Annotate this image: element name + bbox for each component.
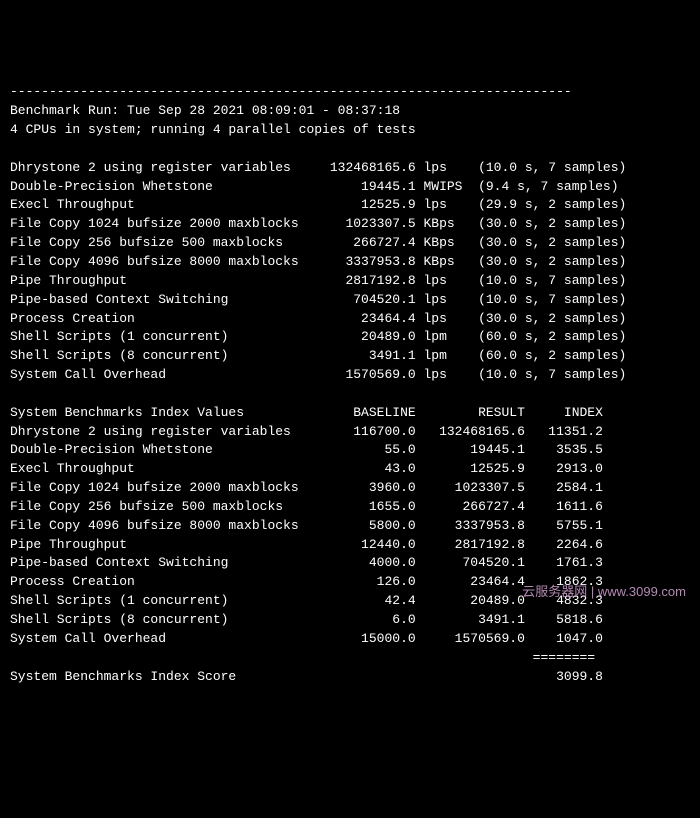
terminal-output: ----------------------------------------…	[10, 83, 690, 686]
